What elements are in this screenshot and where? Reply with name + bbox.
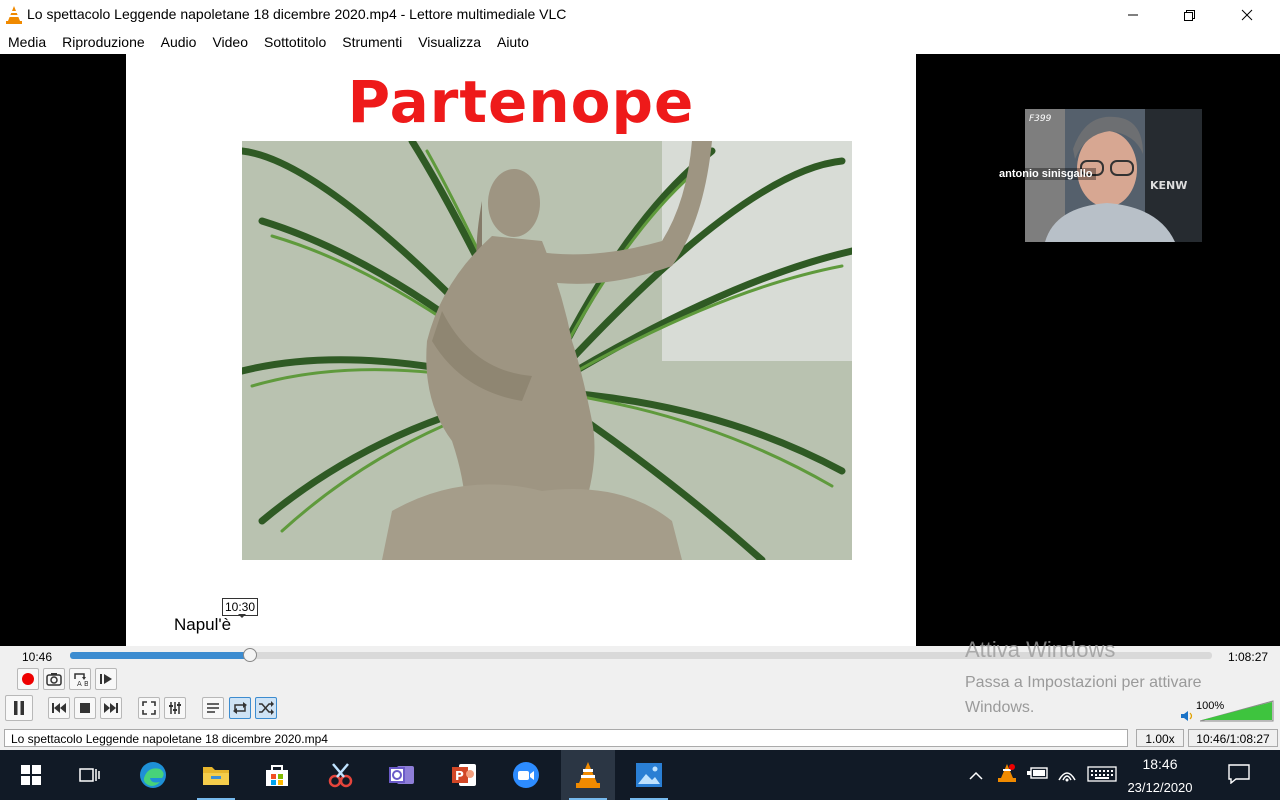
pause-icon	[14, 701, 24, 715]
shuffle-button[interactable]	[255, 697, 277, 719]
slide-caption: Napul'è	[174, 615, 232, 634]
status-time[interactable]: 10:46/1:08:27	[1188, 729, 1278, 747]
equalizer-icon	[169, 702, 181, 714]
close-icon	[1241, 9, 1253, 21]
fullscreen-button[interactable]	[138, 697, 160, 719]
loop-button[interactable]	[229, 697, 251, 719]
menu-tools[interactable]: Strumenti	[334, 30, 410, 54]
previous-icon	[52, 703, 66, 713]
taskbar-vlc[interactable]	[561, 750, 615, 800]
photos-icon	[636, 763, 662, 787]
speaker-icon[interactable]	[1180, 709, 1194, 725]
menu-audio[interactable]: Audio	[153, 30, 205, 54]
tray-vlc-icon[interactable]	[998, 763, 1016, 786]
vlc-icon	[6, 6, 22, 24]
playlist-icon	[207, 703, 219, 713]
vlc-icon	[576, 762, 600, 788]
outlook-icon	[389, 766, 414, 784]
menu-video[interactable]: Video	[204, 30, 256, 54]
record-icon	[22, 673, 34, 685]
menu-view[interactable]: Visualizza	[410, 30, 489, 54]
playlist-button[interactable]	[202, 697, 224, 719]
activation-watermark-title: Attiva Windows	[965, 637, 1116, 662]
frame-step-button[interactable]	[95, 668, 117, 690]
clock-date[interactable]: 23/12/2020	[1118, 780, 1202, 795]
total-time: 1:08:27	[1228, 650, 1269, 664]
taskbar-store[interactable]	[250, 750, 304, 800]
playback-speed[interactable]: 1.00x	[1136, 729, 1184, 747]
keyboard-icon[interactable]	[1087, 766, 1117, 785]
tooltip-arrow	[238, 614, 246, 618]
svg-text:KENW: KENW	[1150, 179, 1187, 192]
menu-playback[interactable]: Riproduzione	[54, 30, 153, 54]
next-icon	[104, 703, 118, 713]
stop-icon	[80, 703, 90, 713]
svg-text:F399: F399	[1029, 114, 1052, 124]
participant-name: antonio sinisgallo	[996, 168, 1096, 180]
menu-help[interactable]: Aiuto	[489, 30, 537, 54]
next-button[interactable]	[100, 697, 122, 719]
slide-title: Partenope	[347, 68, 695, 136]
volume-slider[interactable]	[1199, 700, 1274, 725]
snapshot-button[interactable]	[43, 668, 65, 690]
video-area[interactable]: Partenope Napul'è F399 KENW antonio sini…	[0, 54, 1280, 646]
previous-button[interactable]	[48, 697, 70, 719]
notifications-icon[interactable]	[1228, 764, 1250, 787]
close-button[interactable]	[1218, 0, 1276, 30]
task-view-icon	[79, 768, 100, 782]
extended-settings-button[interactable]	[164, 697, 186, 719]
minimize-button[interactable]	[1104, 0, 1162, 30]
store-icon	[266, 765, 288, 786]
presentation-slide: Partenope Napul'è	[126, 54, 916, 646]
menu-subtitle[interactable]: Sottotitolo	[256, 30, 334, 54]
taskbar-photos[interactable]	[622, 750, 676, 800]
taskbar-zoom[interactable]	[499, 750, 553, 800]
frame-step-icon	[100, 674, 112, 684]
window-title: Lo spettacolo Leggende napoletane 18 dic…	[27, 6, 567, 22]
activation-watermark-text: Passa a Impostazioni per attivare Window…	[965, 674, 1202, 716]
maximize-icon	[1184, 10, 1195, 21]
loop-ab-button[interactable]: A B	[69, 668, 91, 690]
taskbar-file-explorer[interactable]	[189, 750, 243, 800]
camera-icon	[46, 673, 62, 686]
status-filename: Lo spettacolo Leggende napoletane 18 dic…	[4, 729, 1128, 747]
task-view-button[interactable]	[63, 750, 117, 800]
loop-icon	[233, 702, 247, 714]
svg-text:P: P	[455, 769, 464, 783]
start-button[interactable]	[4, 750, 58, 800]
seek-progress	[70, 652, 249, 659]
stop-button[interactable]	[74, 697, 96, 719]
fullscreen-icon	[142, 701, 156, 715]
pause-button[interactable]	[5, 695, 33, 721]
snipping-tool-icon	[328, 763, 353, 788]
taskbar-outlook[interactable]	[375, 750, 429, 800]
start-icon	[21, 765, 41, 785]
menu-bar: Media Riproduzione Audio Video Sottotito…	[0, 30, 1280, 54]
battery-icon[interactable]	[1027, 766, 1049, 783]
zoom-icon	[513, 762, 539, 788]
minimize-icon	[1128, 14, 1138, 16]
maximize-button[interactable]	[1160, 0, 1218, 30]
tray-overflow-chevron-icon[interactable]	[968, 768, 984, 784]
taskbar-powerpoint[interactable]: P	[437, 750, 491, 800]
seek-handle[interactable]	[243, 648, 257, 662]
taskbar-snipping-tool[interactable]	[313, 750, 367, 800]
powerpoint-icon: P	[452, 764, 476, 786]
edge-icon	[140, 762, 166, 788]
record-button[interactable]	[17, 668, 39, 690]
svg-text:A B: A B	[77, 680, 88, 687]
shuffle-icon	[259, 701, 274, 715]
wifi-icon[interactable]	[1057, 764, 1077, 785]
statue-photo	[242, 141, 852, 560]
elapsed-time: 10:46	[22, 650, 53, 664]
clock-time[interactable]: 18:46	[1125, 756, 1195, 772]
menu-media[interactable]: Media	[0, 30, 54, 54]
taskbar-edge[interactable]	[126, 750, 180, 800]
file-explorer-icon	[203, 767, 229, 785]
loop-ab-icon: A B	[74, 673, 88, 687]
